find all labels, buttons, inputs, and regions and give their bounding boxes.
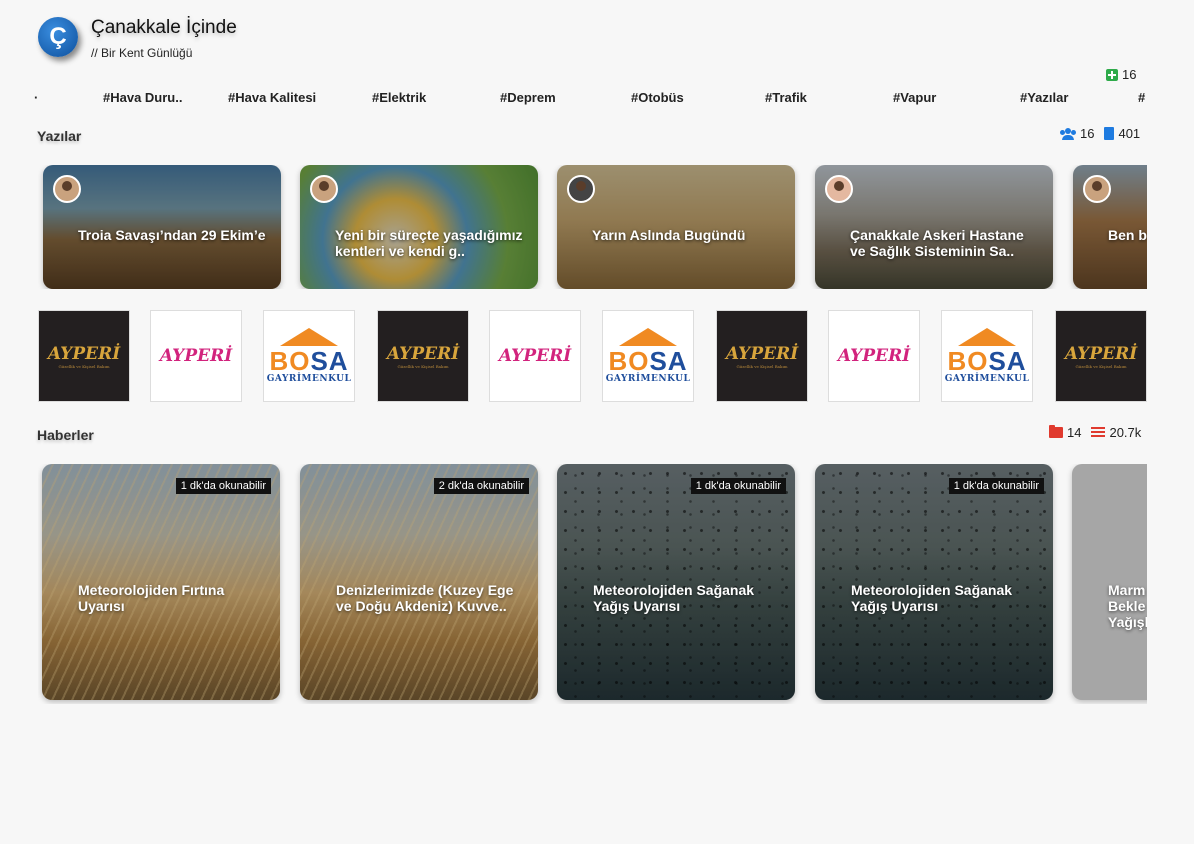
site-logo[interactable]: Ç [38, 17, 78, 57]
users-icon [1060, 127, 1076, 140]
post-title: Ben b [1108, 227, 1147, 243]
sponsor-logo: BOSA GAYRİMENKUL [606, 328, 691, 384]
news-title: Meteorolojiden Sağanak Yağış Uyarısı [593, 582, 755, 614]
read-time-badge: 2 dk'da okunabilir [433, 478, 529, 494]
author-avatar [53, 175, 81, 203]
sponsor-logo: AYPERİ Güzellik ve Kişisel Bakım [47, 343, 121, 369]
tag-item[interactable]: #Hava Duru.. [103, 90, 182, 105]
sponsor-ayperi-dark[interactable]: AYPERİ Güzellik ve Kişisel Bakım [38, 310, 130, 402]
author-avatar [1083, 175, 1111, 203]
news-card[interactable]: 1 dk'da okunabilir Meteorolojiden Sağana… [557, 464, 795, 700]
sponsor-ayperi-dark[interactable]: AYPERİ Güzellik ve Kişisel Bakım [377, 310, 469, 402]
post-title: Troia Savaşı’ndan 29 Ekim’e [78, 227, 266, 243]
read-time-badge: 1 dk'da okunabilir [690, 478, 786, 494]
yazilar-stats: 16 401 [1060, 126, 1140, 141]
post-card[interactable]: Troia Savaşı’ndan 29 Ekim’e [43, 165, 281, 289]
news-card[interactable]: 2 dk'da okunabilir Denizlerimizde (Kuzey… [300, 464, 538, 700]
post-title: Yarın Aslında Bugündü [592, 227, 746, 243]
tag-partial[interactable]: # [1138, 90, 1145, 105]
author-avatar [825, 175, 853, 203]
tag-item[interactable]: #Yazılar [1020, 90, 1068, 105]
news-title: Meteorolojiden Fırtına Uyarısı [78, 582, 225, 614]
sponsor-carousel[interactable]: AYPERİ Güzellik ve Kişisel Bakım AYPERİ B… [38, 310, 1147, 402]
sponsor-logo: AYPERİ [837, 346, 911, 366]
read-time-badge: 1 dk'da okunabilir [948, 478, 1044, 494]
sponsor-logo: AYPERİ [498, 346, 572, 366]
section-title-haberler: Haberler [37, 427, 94, 443]
medkit-icon [1106, 68, 1118, 81]
sponsor-bosa[interactable]: BOSA GAYRİMENKUL [941, 310, 1033, 402]
author-avatar [567, 175, 595, 203]
news-title: Denizlerimizde (Kuzey Ege ve Doğu Akdeni… [336, 582, 514, 614]
sponsor-bosa[interactable]: BOSA GAYRİMENKUL [263, 310, 355, 402]
authors-count: 16 [1080, 126, 1095, 141]
document-icon [1104, 127, 1115, 140]
sponsor-logo: AYPERİ Güzellik ve Kişisel Bakım [725, 343, 799, 369]
tag-item[interactable]: #Otobüs [631, 90, 684, 105]
sponsor-logo: AYPERİ Güzellik ve Kişisel Bakım [386, 343, 460, 369]
read-time-badge: 1 dk'da okunabilir [175, 478, 271, 494]
haberler-stats: 14 20.7k [1049, 425, 1141, 440]
post-title: Çanakkale Askeri Hastane ve Sağlık Siste… [850, 227, 1024, 259]
list-count: 20.7k [1109, 425, 1142, 440]
posts-count: 401 [1118, 126, 1141, 141]
tag-bar[interactable]: · #Hava Duru.. #Hava Kalitesi #Elektrik … [0, 90, 1194, 108]
sponsor-logo: AYPERİ [159, 346, 233, 366]
site-title[interactable]: Çanakkale İçinde [91, 17, 237, 39]
tag-item[interactable]: #Vapur [893, 90, 936, 105]
news-title: Marm Bekle Yağışl [1108, 582, 1147, 630]
sponsor-bosa[interactable]: BOSA GAYRİMENKUL [602, 310, 694, 402]
tag-item[interactable]: #Deprem [500, 90, 556, 105]
tag-item[interactable]: #Trafik [765, 90, 807, 105]
post-card[interactable]: Çanakkale Askeri Hastane ve Sağlık Siste… [815, 165, 1053, 289]
sponsor-ayperi-light[interactable]: AYPERİ [828, 310, 920, 402]
haberler-carousel[interactable]: 1 dk'da okunabilir Meteorolojiden Fırtın… [38, 464, 1147, 704]
header-stat-value: 16 [1122, 67, 1137, 82]
post-card[interactable]: Yarın Aslında Bugündü [557, 165, 795, 289]
folder-count: 14 [1067, 425, 1082, 440]
section-title-yazilar: Yazılar [37, 128, 82, 144]
post-card[interactable]: Yeni bir süreçte yaşadığımız kentleri ve… [300, 165, 538, 289]
site-subtitle: // Bir Kent Günlüğü [91, 46, 193, 60]
sponsor-logo: BOSA GAYRİMENKUL [267, 328, 352, 384]
sponsor-ayperi-light[interactable]: AYPERİ [489, 310, 581, 402]
tag-item[interactable]: #Elektrik [372, 90, 426, 105]
news-card[interactable]: 1 dk'da okunabilir Meteorolojiden Fırtın… [42, 464, 280, 700]
sponsor-ayperi-dark[interactable]: AYPERİ Güzellik ve Kişisel Bakım [1055, 310, 1147, 402]
sponsor-logo: AYPERİ Güzellik ve Kişisel Bakım [1064, 343, 1138, 369]
tag-item[interactable]: #Hava Kalitesi [228, 90, 316, 105]
post-card[interactable]: Ben b [1073, 165, 1147, 289]
list-icon [1091, 426, 1106, 439]
header-stat: 16 [1106, 67, 1136, 82]
tag-partial[interactable]: · [34, 90, 38, 105]
sponsor-ayperi-dark[interactable]: AYPERİ Güzellik ve Kişisel Bakım [716, 310, 808, 402]
folder-icon [1049, 425, 1063, 438]
post-title: Yeni bir süreçte yaşadığımız kentleri ve… [335, 227, 523, 259]
news-card[interactable]: 1 dk'da okunabilir Meteorolojiden Sağana… [815, 464, 1053, 700]
news-card[interactable]: Marm Bekle Yağışl [1072, 464, 1147, 700]
sponsor-ayperi-light[interactable]: AYPERİ [150, 310, 242, 402]
author-avatar [310, 175, 338, 203]
yazilar-carousel[interactable]: Troia Savaşı’ndan 29 Ekim’e Yeni bir sür… [38, 165, 1147, 289]
news-title: Meteorolojiden Sağanak Yağış Uyarısı [851, 582, 1013, 614]
sponsor-logo: BOSA GAYRİMENKUL [945, 328, 1030, 384]
